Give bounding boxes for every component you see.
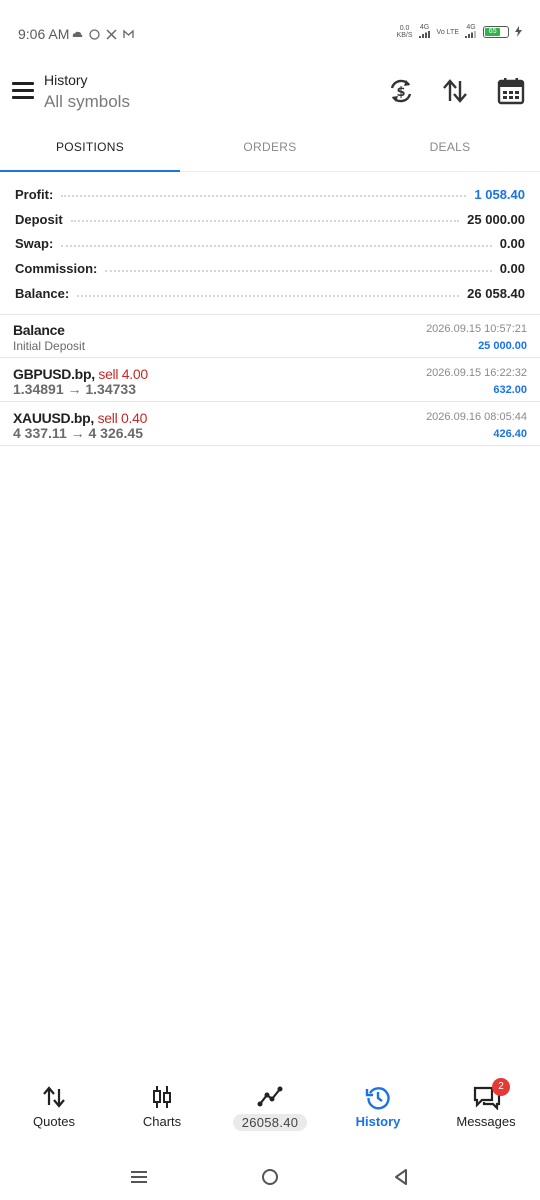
balance-value: 26 058.40 <box>467 286 525 302</box>
summary-row-balance: Balance: 26 058.40 <box>15 281 525 306</box>
nav-messages[interactable]: 2 Messages <box>432 1076 540 1140</box>
quotes-icon <box>41 1084 67 1110</box>
charging-icon <box>515 25 522 39</box>
tab-orders[interactable]: ORDERS <box>180 124 360 171</box>
app-bar: History All symbols $ <box>0 68 540 124</box>
whatsapp-icon <box>89 27 100 40</box>
deposit-value: 25 000.00 <box>467 211 525 227</box>
status-bar: 9:06 AM 0.0 KB/S 4G Vo LTE 4G 65 <box>0 0 540 68</box>
nav-quotes[interactable]: Quotes <box>0 1076 108 1140</box>
deal-detail: Initial Deposit <box>13 339 86 353</box>
deal-symbol: GBPUSD.bp, sell 4.00 <box>13 366 148 382</box>
calendar-icon[interactable] <box>496 76 526 106</box>
deal-amount: 25 000.00 <box>478 340 527 352</box>
tab-positions[interactable]: POSITIONS <box>0 124 180 172</box>
tab-deals[interactable]: DEALS <box>360 124 540 171</box>
system-navigation <box>0 1160 540 1200</box>
sort-icon[interactable] <box>440 76 470 106</box>
deal-prices: 4 337.11 → 4 326.45 <box>13 425 143 441</box>
leader-dots <box>105 269 492 272</box>
profit-value: 1 058.40 <box>474 186 525 202</box>
charts-icon <box>149 1084 175 1110</box>
deal-profit: 426.40 <box>493 428 527 440</box>
recents-icon[interactable] <box>130 1168 148 1191</box>
summary-row-swap: Swap: 0.00 <box>15 232 525 257</box>
symbol-filter[interactable]: All symbols <box>44 92 130 112</box>
summary-row-profit: Profit: 1 058.40 <box>15 182 525 207</box>
deal-symbol: Balance <box>13 322 65 338</box>
signal-icon: 4G <box>418 24 431 40</box>
deal-time: 2026.09.15 10:57:21 <box>426 323 527 335</box>
battery-icon: 65 <box>483 26 509 38</box>
trade-icon <box>257 1084 283 1110</box>
commission-value: 0.00 <box>499 261 525 277</box>
trade-balance: 26058.40 <box>232 1114 308 1131</box>
leader-dots <box>77 294 460 297</box>
bottom-navigation: Quotes Charts 26058.40 History 2 Message… <box>0 1076 540 1140</box>
nav-history[interactable]: History <box>324 1076 432 1140</box>
swap-value: 0.00 <box>499 236 525 252</box>
status-time: 9:06 AM <box>18 26 70 42</box>
messages-badge: 2 <box>492 1078 510 1096</box>
nav-messages-label: Messages <box>456 1114 516 1129</box>
list-item[interactable]: Balance Initial Deposit 2026.09.15 10:57… <box>0 315 540 358</box>
nav-charts[interactable]: Charts <box>108 1076 216 1140</box>
nav-charts-label: Charts <box>142 1114 182 1129</box>
x-icon <box>106 27 117 40</box>
menu-icon[interactable] <box>12 82 34 100</box>
swap-label: Swap: <box>15 236 54 252</box>
data-speed: 0.0 KB/S <box>396 25 413 39</box>
nav-quotes-label: Quotes <box>33 1114 75 1129</box>
system-indicators: 0.0 KB/S 4G Vo LTE 4G 65 <box>397 24 522 40</box>
commission-label: Commission: <box>15 261 98 277</box>
nav-trade[interactable]: 26058.40 <box>216 1076 324 1140</box>
deal-time: 2026.09.15 16:22:32 <box>426 367 527 379</box>
deal-symbol: XAUUSD.bp, sell 0.40 <box>13 410 148 426</box>
leader-dots <box>70 220 460 223</box>
page-title: History <box>44 72 88 88</box>
nav-history-label: History <box>355 1114 401 1129</box>
leader-dots <box>61 195 467 198</box>
history-tabs: POSITIONS ORDERS DEALS <box>0 124 540 172</box>
currency-refresh-icon[interactable]: $ <box>386 76 416 106</box>
back-icon[interactable] <box>392 1168 410 1191</box>
home-icon[interactable] <box>261 1168 279 1191</box>
cloud-icon <box>72 27 83 38</box>
balance-label: Balance: <box>15 286 70 302</box>
mail-icon <box>123 27 134 38</box>
notification-icons <box>72 27 134 40</box>
volte-label: Vo LTE <box>436 28 459 36</box>
deposit-label: Deposit <box>15 211 63 227</box>
profit-label: Profit: <box>15 186 54 202</box>
summary-row-commission: Commission: 0.00 <box>15 256 525 281</box>
signal-icon: 4G <box>465 24 477 40</box>
summary-row-deposit: Deposit 25 000.00 <box>15 207 525 232</box>
leader-dots <box>61 244 492 247</box>
deal-time: 2026.09.16 08:05:44 <box>426 411 527 423</box>
list-item[interactable]: XAUUSD.bp, sell 0.40 4 337.11 → 4 326.45… <box>0 403 540 446</box>
history-icon <box>365 1084 391 1110</box>
list-item[interactable]: GBPUSD.bp, sell 4.00 1.34891 → 1.34733 2… <box>0 359 540 402</box>
deal-profit: 632.00 <box>493 384 527 396</box>
svg-text:$: $ <box>396 85 405 100</box>
summary-panel: Profit: 1 058.40 Deposit 25 000.00 Swap:… <box>15 182 525 306</box>
deal-prices: 1.34891 → 1.34733 <box>13 381 136 397</box>
